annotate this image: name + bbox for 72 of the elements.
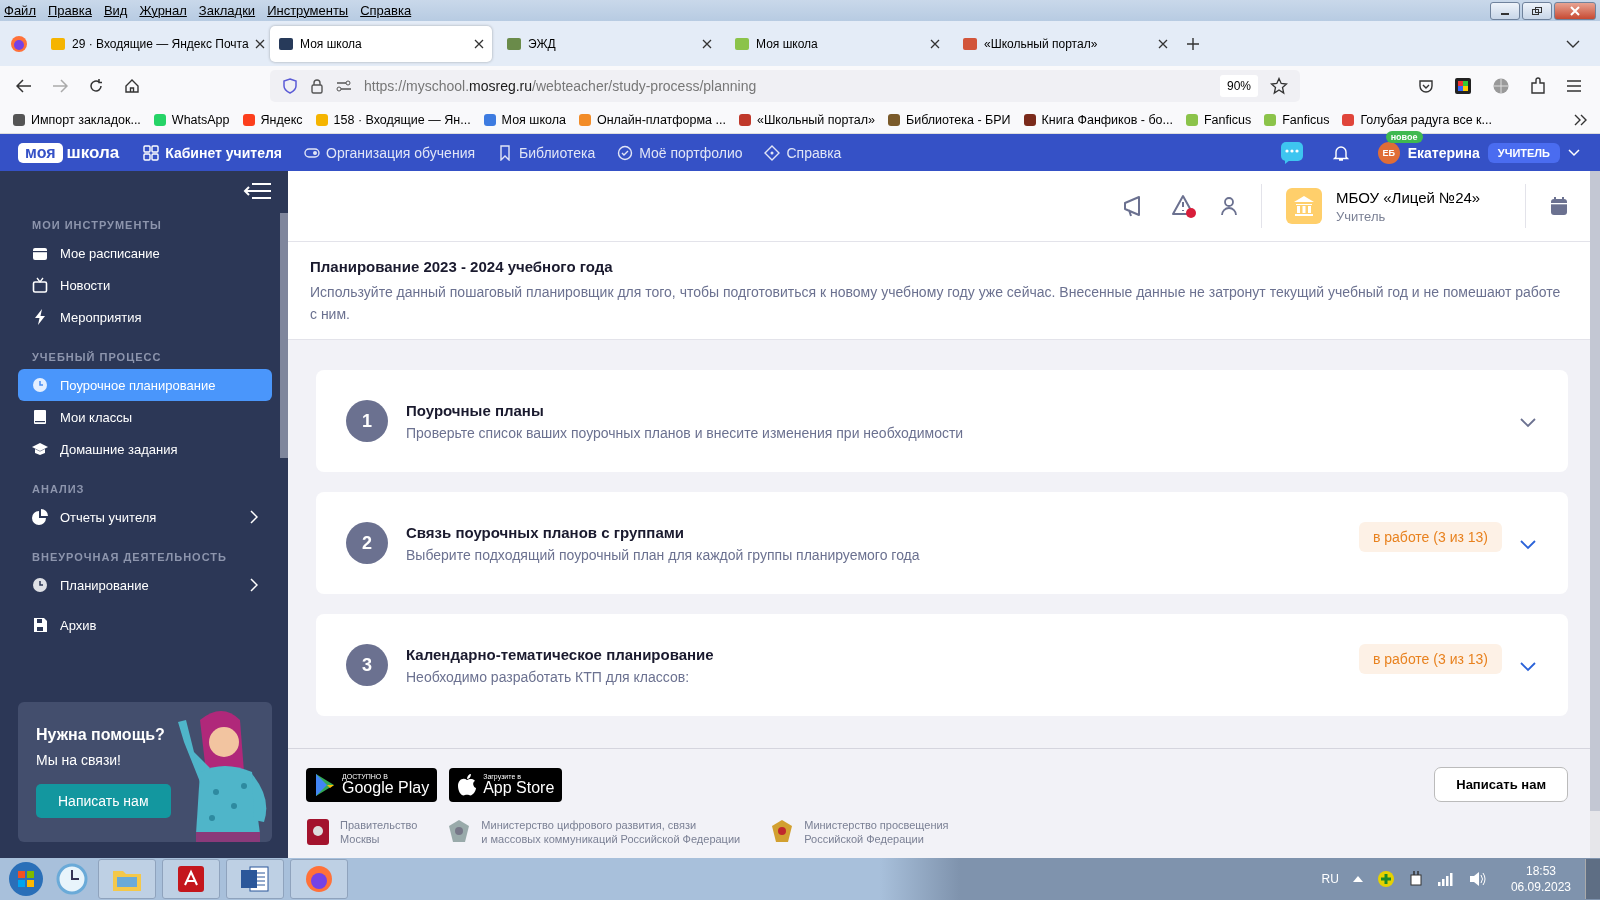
sidebar-item[interactable]: Домашние задания <box>18 433 272 465</box>
menu-item[interactable]: Инструменты <box>267 3 349 18</box>
write-us-button[interactable]: Написать нам <box>1434 767 1568 802</box>
step-title: Календарно-тематическое планирование <box>406 645 715 663</box>
sidebar-item[interactable]: Отчеты учителя <box>18 501 272 533</box>
step-card[interactable]: 3 Календарно-тематическое планирование Необходимо разработать КТП для классов: в работе (3 из 13) <box>316 614 1568 716</box>
step-number: 1 <box>346 400 388 442</box>
browser-tab[interactable]: Моя школа <box>270 25 492 62</box>
help-subtitle: Мы на связи! <box>36 752 122 768</box>
bookmark[interactable]: Fanficus <box>1263 112 1330 127</box>
page-description: Используйте данный пошаговый планировщик для того, чтобы подготовиться к новому учебному году уже сейчас. Внесенные данные не затронут текущий учебный год и не помешают работе с ним. <box>310 283 1562 324</box>
menu-item[interactable]: Журнал <box>139 3 187 18</box>
browser-tab[interactable]: Моя школа <box>726 25 948 62</box>
section-heading: АНАЛИЗ <box>31 482 86 497</box>
sidebar-item[interactable]: Новости <box>18 269 272 301</box>
bookmark[interactable]: 158 · Входящие — Ян... <box>314 112 471 127</box>
user-name[interactable]: Екатерина <box>1407 144 1480 161</box>
write-us-button[interactable]: Написать нам <box>36 784 171 818</box>
partner-name[interactable]: Министерство цифрового развития, связи и массовых коммуникаций Российской Федерации <box>481 818 741 846</box>
zoom-level[interactable]: 90% <box>1219 75 1258 97</box>
status-badge: в работе (3 из 13) <box>1358 644 1502 674</box>
menu-item[interactable]: Файл <box>4 3 36 18</box>
step-card[interactable]: 1 Поурочные планы Проверьте список ваших поурочных планов и внесите изменения при необходимости <box>316 370 1568 472</box>
menu-item[interactable]: Закладки <box>198 3 256 18</box>
section-heading: УЧЕБНЫЙ ПРОЦЕСС <box>31 350 163 365</box>
partner-name[interactable]: Правительство Москвы <box>340 818 418 846</box>
bookmark[interactable]: «Школьный портал» <box>737 112 875 127</box>
bookmark[interactable]: Яндекс <box>241 112 303 127</box>
partner-name[interactable]: Министерство просвещения Российской Федерации <box>804 818 949 846</box>
nav-link[interactable]: Организация обучения <box>304 144 476 161</box>
step-card[interactable]: 2 Связь поурочных планов с группами Выберите подходящий поурочный план для каждой группы планируемого года в работе (3 из 13) <box>316 492 1568 594</box>
bookmark[interactable]: Библиотека - БРИ <box>886 112 1011 127</box>
bookmark[interactable]: Fanficus <box>1184 112 1252 127</box>
sidebar-item[interactable]: Планирование <box>18 569 272 601</box>
bookmark[interactable]: Моя школа <box>482 112 566 127</box>
nav-link[interactable]: Кабинет учителя <box>143 144 282 161</box>
status-badge: в работе (3 из 13) <box>1358 522 1502 552</box>
sidebar-item[interactable]: Архив <box>18 609 272 641</box>
nav-link[interactable]: Справка <box>764 144 842 161</box>
address-bar[interactable]: https://myschool.mosreg.ru/webteacher/study-process/planning 90% <box>270 70 1300 102</box>
bookmark[interactable]: Голубая радуга все к... <box>1341 112 1492 127</box>
step-title: Поурочные планы <box>406 401 545 419</box>
step-description: Проверьте список ваших поурочных планов и внесите изменения при необходимости <box>406 424 965 441</box>
sidebar-item[interactable]: Мои классы <box>18 401 272 433</box>
menu-item[interactable]: Справка <box>360 3 412 18</box>
school-name: МБОУ «Лицей №24» <box>1336 188 1482 206</box>
step-number: 3 <box>346 644 388 686</box>
step-title: Связь поурочных планов с группами <box>406 523 686 541</box>
step-number: 2 <box>346 522 388 564</box>
role-badge: УЧИТЕЛЬ <box>1487 142 1560 163</box>
browser-tab[interactable]: «Школьный портал» <box>954 25 1176 62</box>
step-description: Необходимо разработать КТП для классов: <box>406 668 691 685</box>
sidebar-item[interactable]: Мое расписание <box>18 237 272 269</box>
school-role: Учитель <box>1336 208 1387 224</box>
menu-item[interactable]: Вид <box>103 3 128 18</box>
help-title: Нужна помощь? <box>36 726 166 744</box>
section-heading: МОИ ИНСТРУМЕНТЫ <box>31 218 163 233</box>
sidebar-item[interactable]: Мероприятия <box>18 301 272 333</box>
page-title: Планирование 2023 - 2024 учебного года <box>310 258 614 275</box>
bookmark[interactable]: Импорт закладок... <box>12 112 141 127</box>
browser-tab[interactable]: 29 · Входящие — Яндекс Почта <box>42 25 264 62</box>
bookmark[interactable]: Книга Фанфиков - бо... <box>1022 112 1173 127</box>
nav-link[interactable]: Библиотека <box>497 144 596 161</box>
site-logo[interactable]: моя школа <box>18 142 120 163</box>
section-heading: ВНЕУРОЧНАЯ ДЕЯТЕЛЬНОСТЬ <box>31 550 228 565</box>
step-description: Выберите подходящий поурочный план для каждой группы планируемого года <box>406 546 921 563</box>
bookmark[interactable]: WhatsApp <box>152 112 230 127</box>
nav-link[interactable]: Моё портфолио <box>617 144 743 161</box>
menu-item[interactable]: Правка <box>47 3 92 18</box>
url-text: https://myschool.mosreg.ru/webteacher/study-process/planning <box>364 78 758 94</box>
bookmark[interactable]: Онлайн-платформа ... <box>577 112 726 127</box>
browser-tab[interactable]: ЭЖД <box>498 25 720 62</box>
